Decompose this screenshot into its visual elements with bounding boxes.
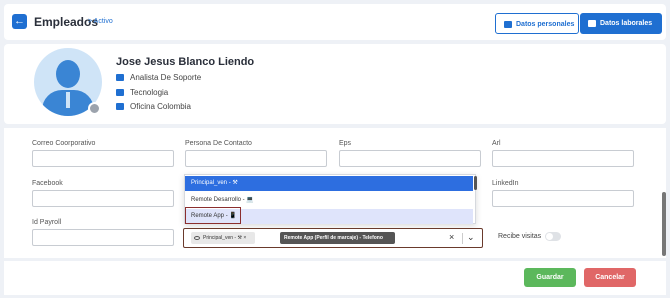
- breadcrumb[interactable]: > Activo: [88, 18, 113, 25]
- avatar-head: [56, 60, 80, 88]
- tab-datos-personales[interactable]: Datos personales: [495, 13, 579, 34]
- contacto-input[interactable]: [185, 150, 327, 167]
- arl-label: Arl: [492, 140, 501, 147]
- payroll-label: Id Payroll: [32, 219, 62, 226]
- status-indicator: [88, 102, 101, 115]
- area-text: Tecnologia: [130, 88, 169, 97]
- linkedin-label: LinkedIn: [492, 180, 519, 187]
- position-line: Analista De Soporte: [116, 73, 201, 82]
- arl-input[interactable]: [492, 150, 634, 167]
- tab-datos-laborales-label: Datos laborales: [600, 20, 653, 27]
- eps-input[interactable]: [339, 150, 481, 167]
- eps-label: Eps: [339, 140, 352, 147]
- arrow-left-icon[interactable]: ←: [12, 14, 27, 29]
- dropdown-option-remote-desarrollo[interactable]: Remote Desarrollo - 💻: [185, 193, 473, 208]
- save-button[interactable]: Guardar: [524, 268, 576, 287]
- office-line: Oficina Colombia: [116, 102, 191, 111]
- marking-profile-multiselect[interactable]: Principal_ven - ⚒ × Remote App (Perfil d…: [183, 228, 483, 248]
- highlight-outline: [185, 207, 241, 224]
- building-icon: [116, 103, 124, 110]
- top-header: ← Empleados > Activo Datos personales Da…: [4, 4, 666, 40]
- visitas-toggle[interactable]: [545, 232, 561, 241]
- position-text: Analista De Soporte: [130, 73, 202, 82]
- cancel-button[interactable]: Cancelar: [584, 268, 636, 287]
- briefcase-icon: [588, 20, 596, 27]
- sitemap-icon: [116, 89, 124, 96]
- contacto-label: Persona De Contacto: [185, 140, 252, 147]
- clear-icon[interactable]: ×: [449, 232, 454, 242]
- facebook-input[interactable]: [32, 190, 174, 207]
- dropdown-scrollbar[interactable]: [474, 176, 477, 190]
- chip-principal-label: Principal_ven - ⚒ ×: [203, 235, 247, 241]
- facebook-label: Facebook: [32, 180, 63, 187]
- dropdown-option-principal[interactable]: Principal_ven - ⚒: [185, 176, 473, 191]
- page-scrollbar[interactable]: [662, 192, 666, 256]
- linkedin-input[interactable]: [492, 190, 634, 207]
- tab-datos-personales-label: Datos personales: [516, 21, 575, 28]
- visitas-label: Recibe visitas: [498, 233, 542, 240]
- tab-datos-laborales[interactable]: Datos laborales: [580, 13, 662, 34]
- area-line: Tecnologia: [116, 88, 168, 97]
- payroll-input[interactable]: [32, 229, 174, 246]
- separator: [462, 233, 463, 244]
- chevron-down-icon[interactable]: ⌄: [467, 232, 475, 243]
- id-card-icon: [504, 21, 512, 28]
- correo-label: Correo Coorporativo: [32, 140, 96, 147]
- eye-icon: [194, 236, 200, 240]
- office-text: Oficina Colombia: [130, 102, 191, 111]
- profile-card: Jose Jesus Blanco Liendo Analista De Sop…: [4, 44, 666, 124]
- chip-tooltip-remote-app: Remote App (Perfil de marcaje) - Telefon…: [280, 232, 395, 244]
- correo-input[interactable]: [32, 150, 174, 167]
- chip-principal[interactable]: Principal_ven - ⚒ ×: [191, 232, 255, 244]
- avatar-tie: [66, 92, 70, 108]
- employee-name: Jose Jesus Blanco Liendo: [116, 56, 255, 68]
- briefcase-icon: [116, 74, 124, 81]
